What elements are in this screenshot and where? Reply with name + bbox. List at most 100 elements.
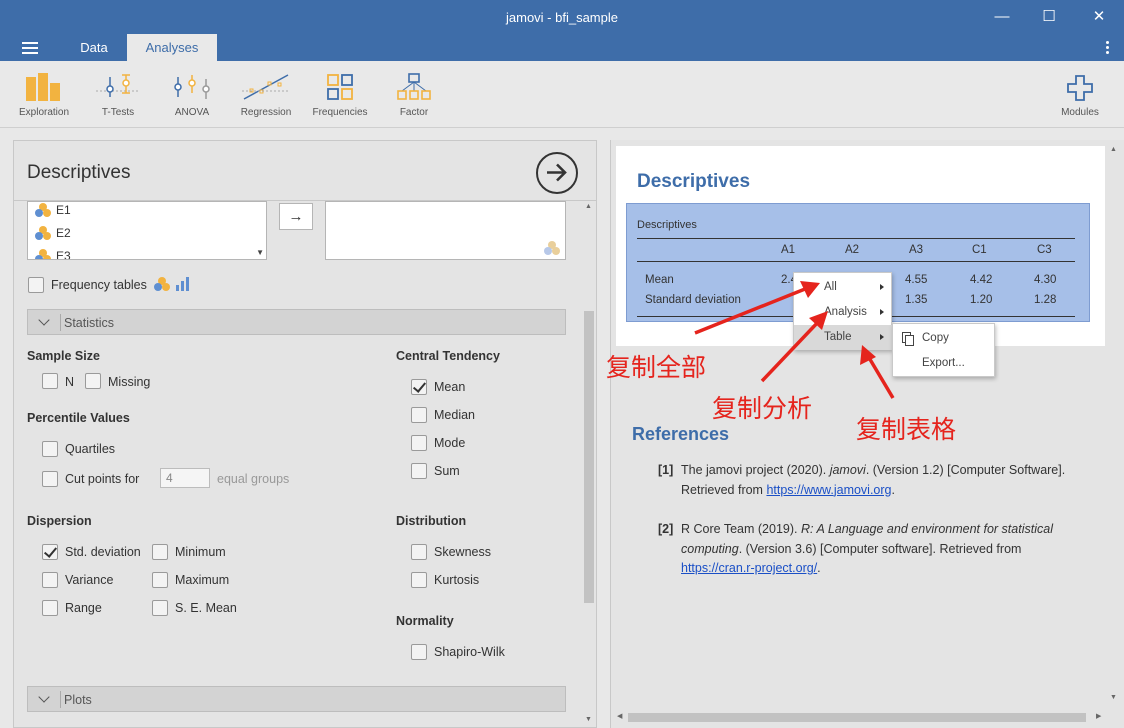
scroll-left-icon[interactable]: ◀ [617, 712, 622, 720]
column-header: C3 [1037, 244, 1052, 256]
table-cell: 1.28 [1034, 294, 1057, 306]
variable-list[interactable]: E1 E2 E3 ▼ [27, 201, 267, 260]
table-cell: 4.42 [970, 274, 993, 286]
maximize-button[interactable]: ☐ [1026, 6, 1072, 28]
annotation-copy-all: 复制全部 [606, 353, 707, 382]
factor-button[interactable]: Factor [379, 71, 449, 118]
central-tendency-heading: Central Tendency [396, 349, 500, 363]
std-deviation-checkbox[interactable] [42, 544, 58, 560]
menu-item-table[interactable]: Table [794, 325, 893, 350]
equal-groups-label: equal groups [217, 472, 290, 486]
options-title: Descriptives [27, 162, 131, 183]
minimize-button[interactable]: — [979, 6, 1025, 28]
shapiro-wilk-checkbox[interactable] [411, 644, 427, 660]
close-button[interactable]: ✕ [1076, 6, 1122, 28]
menu-icon[interactable] [22, 42, 38, 54]
references-title: References [632, 424, 730, 444]
table-caption: Descriptives [637, 219, 697, 231]
tab-data[interactable]: Data [62, 34, 126, 61]
table-submenu: Copy Export... [892, 323, 995, 377]
column-header: A2 [845, 244, 860, 256]
chevron-down-icon [38, 314, 50, 326]
mode-checkbox[interactable] [411, 435, 427, 451]
menu-item-analysis[interactable]: Analysis [794, 300, 893, 325]
exploration-button[interactable]: Exploration [9, 71, 79, 118]
table-cell: 1.20 [970, 294, 993, 306]
variable-icon [544, 241, 560, 255]
variance-checkbox[interactable] [42, 572, 58, 588]
more-options-icon[interactable] [1106, 41, 1110, 56]
column-header: A1 [781, 244, 796, 256]
reference-item: [1] The jamovi project (2020). jamovi. (… [658, 463, 1066, 497]
list-item[interactable]: E1 [28, 202, 266, 225]
table-cell: 4.30 [1034, 274, 1057, 286]
options-scrollbar[interactable]: ▲ ▼ [582, 201, 596, 727]
menu-item-export[interactable]: Export... [893, 351, 996, 376]
menu-item-all[interactable]: All [794, 275, 893, 300]
quartiles-checkbox[interactable] [42, 441, 58, 457]
row-label: Mean [645, 274, 674, 286]
scroll-down-icon[interactable]: ▼ [585, 716, 592, 723]
factor-icon [397, 73, 431, 100]
results-horizontal-scrollbar[interactable]: ◀ ▶ [616, 710, 1107, 724]
mean-checkbox[interactable] [411, 379, 427, 395]
ttests-button[interactable]: T-Tests [83, 71, 153, 118]
n-checkbox[interactable] [42, 373, 58, 389]
run-button[interactable] [536, 152, 578, 194]
scrollbar-thumb[interactable] [628, 713, 1086, 722]
plots-section-header[interactable]: Plots [27, 686, 566, 712]
table-cell: 4.55 [905, 274, 928, 286]
skewness-checkbox[interactable] [411, 544, 427, 560]
scroll-up-icon[interactable]: ▲ [585, 203, 592, 210]
sum-checkbox[interactable] [411, 463, 427, 479]
menu-item-copy[interactable]: Copy [893, 326, 996, 351]
tab-analyses[interactable]: Analyses [127, 34, 217, 61]
kurtosis-checkbox[interactable] [411, 572, 427, 588]
regression-icon [242, 74, 290, 100]
anova-icon [174, 75, 210, 99]
frequencies-button[interactable]: Frequencies [305, 71, 375, 118]
list-item[interactable]: E3 [28, 248, 266, 259]
minimum-checkbox[interactable] [152, 544, 168, 560]
dispersion-heading: Dispersion [27, 514, 92, 528]
missing-checkbox[interactable] [85, 373, 101, 389]
cut-points-input[interactable]: 4 [160, 468, 210, 488]
scroll-down-icon[interactable]: ▼ [256, 248, 264, 257]
se-mean-checkbox[interactable] [152, 600, 168, 616]
results-title: Descriptives [637, 171, 751, 192]
scroll-down-icon[interactable]: ▼ [1110, 694, 1117, 701]
scroll-right-icon[interactable]: ▶ [1096, 712, 1101, 720]
arrow-right-icon [547, 163, 567, 182]
chevron-right-icon [880, 334, 884, 340]
anova-button[interactable]: ANOVA [157, 71, 227, 118]
regression-button[interactable]: Regression [231, 71, 301, 118]
frequencies-icon [327, 74, 353, 100]
statistics-section-header[interactable]: Statistics [27, 309, 566, 335]
copy-icon [902, 332, 914, 346]
percentile-heading: Percentile Values [27, 411, 130, 425]
median-checkbox[interactable] [411, 407, 427, 423]
move-variable-button[interactable]: → [279, 203, 313, 230]
reference-link[interactable]: https://www.jamovi.org [766, 483, 891, 497]
list-item[interactable]: E2 [28, 225, 266, 248]
context-menu: All Analysis Table [793, 272, 893, 350]
results-scrollbar[interactable]: ▲ ▼ [1107, 146, 1121, 706]
ttests-icon [96, 74, 140, 97]
annotation-copy-table: 复制表格 [856, 415, 957, 444]
scroll-up-icon[interactable]: ▲ [1110, 146, 1117, 153]
selected-variables-box[interactable] [325, 201, 566, 260]
chevron-right-icon [880, 309, 884, 315]
annotation-copy-analysis: 复制分析 [712, 394, 813, 423]
variable-icon [35, 203, 51, 217]
normality-heading: Normality [396, 614, 454, 628]
sample-size-heading: Sample Size [27, 349, 100, 363]
scrollbar-thumb[interactable] [584, 311, 594, 603]
range-checkbox[interactable] [42, 600, 58, 616]
modules-button[interactable]: Modules [1045, 71, 1115, 118]
variable-icon [35, 226, 51, 240]
frequency-tables-checkbox[interactable] [28, 277, 44, 293]
cut-points-checkbox[interactable] [42, 471, 58, 487]
maximum-checkbox[interactable] [152, 572, 168, 588]
row-label: Standard deviation [645, 294, 741, 306]
reference-link[interactable]: https://cran.r-project.org/ [681, 561, 817, 575]
